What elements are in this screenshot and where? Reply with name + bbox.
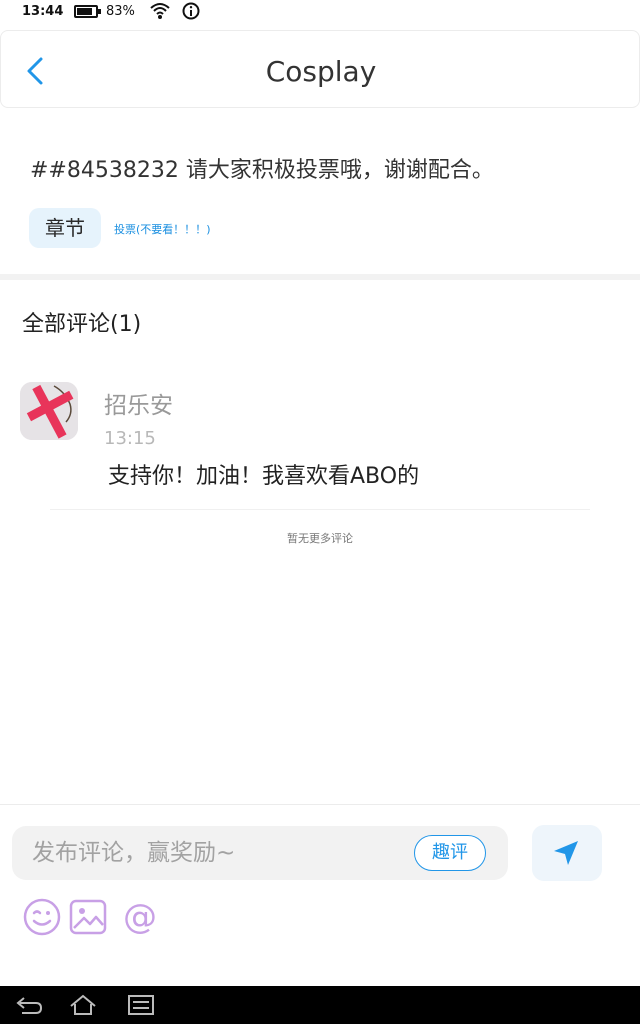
info-icon [182,2,200,20]
quping-button[interactable]: 趣评 [414,835,486,871]
post-section: ##84538232 请大家积极投票哦，谢谢配合。 章节 投票(不要看！！！) [0,108,640,274]
wifi-icon [150,3,170,19]
chapter-tag[interactable]: 章节 [29,208,101,248]
comment-divider [50,509,590,510]
no-more-comments: 暂无更多评论 [287,532,353,545]
comment-composer: 趣评 @ [0,804,640,986]
recents-nav-icon[interactable] [126,993,156,1017]
comment-text: 支持你！加油！我喜欢看ABO的 [108,464,420,489]
system-nav-bar [0,986,640,1024]
section-divider [0,274,640,280]
avatar[interactable] [20,382,78,440]
send-icon [554,841,578,865]
comment-time: 13:15 [104,428,156,449]
svg-text:@: @ [123,897,157,937]
header: Cosplay [0,30,640,108]
back-nav-icon[interactable] [14,993,44,1017]
image-icon[interactable] [68,897,108,937]
comment-username[interactable]: 招乐安 [104,386,173,420]
emoji-icon[interactable] [22,897,62,937]
status-time: 13:44 [22,4,64,19]
status-bar: 13:44 83% [0,0,640,26]
page-title: Cosplay [265,55,377,88]
send-button[interactable] [532,825,602,881]
battery-percent: 83% [106,4,135,19]
chapter-link[interactable]: 投票(不要看！！！) [114,221,211,237]
battery-icon [74,5,101,18]
home-nav-icon[interactable] [68,993,98,1017]
mention-icon[interactable]: @ [120,897,160,937]
avatar-image [20,382,78,440]
comments-heading: 全部评论(1) [22,312,142,337]
post-content: ##84538232 请大家积极投票哦，谢谢配合。 [30,158,494,183]
